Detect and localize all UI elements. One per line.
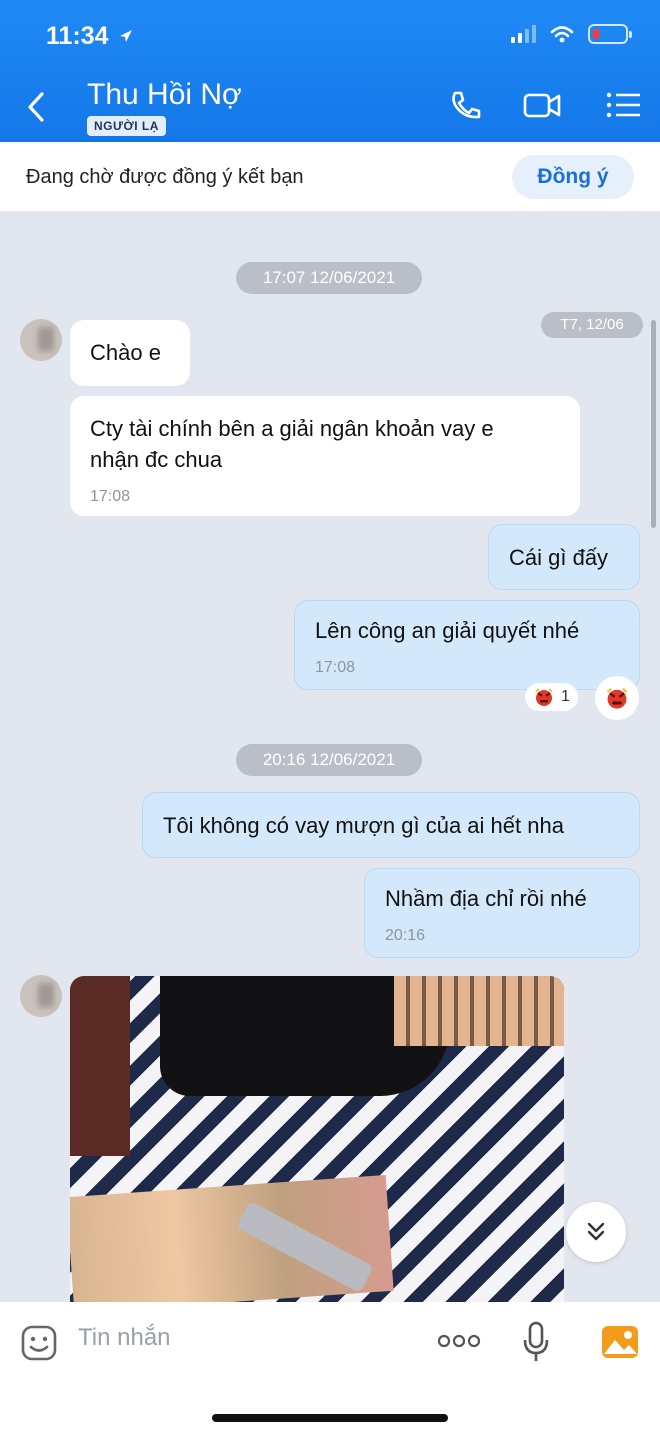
video-call-icon[interactable] [522,88,562,122]
message-text: Cái gì đấy [509,545,609,570]
more-options-icon[interactable] [436,1332,482,1350]
sender-avatar[interactable] [20,975,62,1017]
message-text: Nhầm địa chỉ rồi nhé [385,886,587,911]
accept-friend-button[interactable]: Đồng ý [512,155,634,199]
microphone-icon[interactable] [522,1320,550,1364]
photo-message[interactable] [70,976,564,1302]
menu-list-icon[interactable] [604,88,644,122]
date-separator: 17:07 12/06/2021 [236,262,422,294]
double-chevron-down-icon [587,1222,605,1241]
home-indicator [212,1414,448,1422]
phone-call-icon[interactable] [446,88,486,122]
stranger-badge: NGƯỜI LẠ [87,116,166,136]
sticker-icon[interactable] [20,1324,58,1362]
message-input[interactable]: Tin nhắn [78,1324,171,1352]
outgoing-message[interactable]: Tôi không có vay mượn gì của ai hết nha [142,792,640,858]
status-indicators [511,24,632,44]
outgoing-message[interactable]: Lên công an giải quyết nhé 17:08 [294,600,640,690]
outgoing-message[interactable]: Nhầm địa chỉ rồi nhé 20:16 [364,868,640,958]
message-text: Cty tài chính bên a giải ngân khoản vay … [90,416,494,441]
reaction-count: 1 [561,688,570,705]
message-text: Lên công an giải quyết nhé [315,618,580,643]
incoming-message[interactable]: Cty tài chính bên a giải ngân khoản vay … [70,396,580,516]
message-text: nhận đc chua [90,447,223,472]
angry-face-icon [535,688,553,706]
message-time: 17:08 [315,659,356,676]
battery-icon [588,24,632,44]
outgoing-message[interactable]: Cái gì đấy [488,524,640,590]
message-time: 17:08 [90,488,131,505]
chat-header: 11:34 Thu Hồi Nợ NGƯỜI LẠ [0,0,660,142]
side-date-badge: T7, 12/06 [541,312,643,338]
date-separator: 20:16 12/06/2021 [236,744,422,776]
message-text: Tôi không có vay mượn gì của ai hết nha [163,813,564,838]
add-reaction-button[interactable] [595,676,639,720]
incoming-message[interactable]: Chào e [70,320,190,386]
sender-avatar[interactable] [20,319,62,361]
status-time: 11:34 [46,22,109,50]
angry-face-icon [606,687,628,709]
message-time: 20:16 [385,927,426,944]
message-text: Chào e [90,340,161,365]
message-list[interactable]: 17:07 12/06/2021 T7, 12/06 Chào e Cty tà… [0,212,660,1302]
contact-name: Thu Hồi Nợ [87,78,242,111]
gallery-image-icon[interactable] [600,1322,640,1362]
scrollbar[interactable] [651,320,656,528]
friend-request-bar: Đang chờ được đồng ý kết bạn Đồng ý [0,142,660,212]
composer-bar: Tin nhắn [0,1302,660,1433]
reaction-summary[interactable]: 1 [525,683,578,711]
wifi-icon [550,26,574,43]
cell-signal-icon [511,25,536,43]
location-arrow-icon [120,30,132,42]
scroll-to-bottom-button[interactable] [566,1202,626,1262]
back-icon[interactable] [18,86,54,128]
friend-request-text: Đang chờ được đồng ý kết bạn [26,166,304,188]
